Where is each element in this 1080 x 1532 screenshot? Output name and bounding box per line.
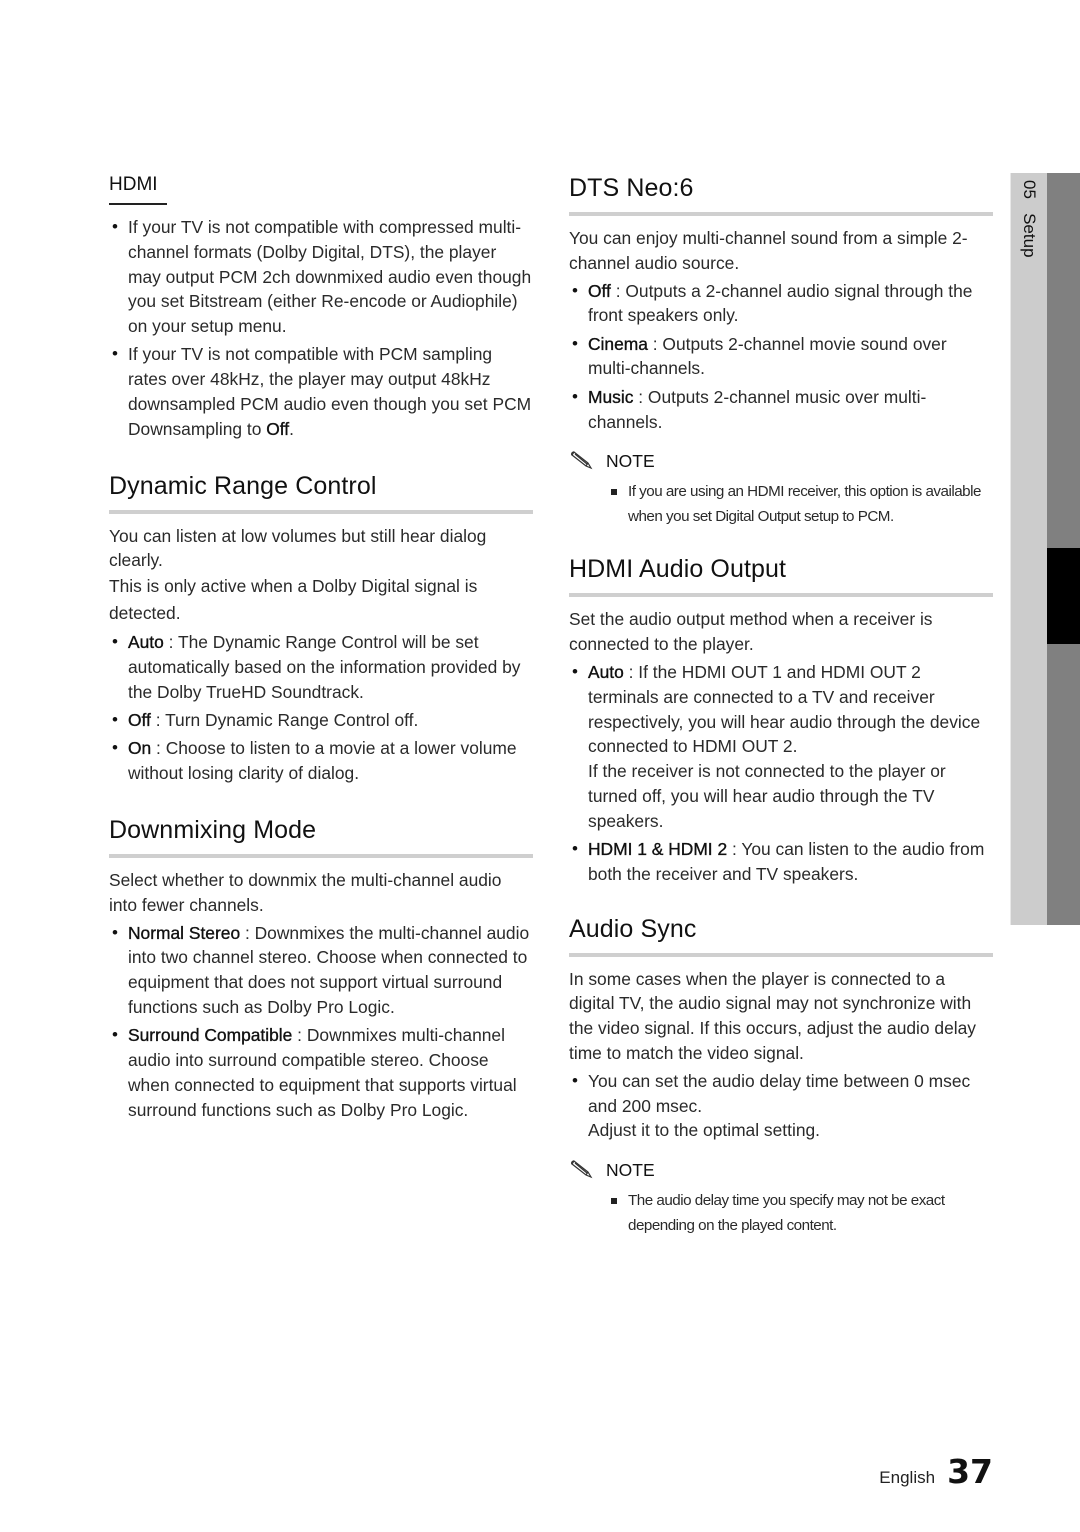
bullet-icon: • [572, 280, 578, 300]
audio-sync-bullet-list: • You can set the audio delay time betwee… [569, 1069, 993, 1143]
hdmi-audio-bullet-list: • Auto : If the HDMI OUT 1 and HDMI OUT 2… [569, 660, 993, 887]
section-dynamic-range-control: Dynamic Range Control You can listen at … [109, 470, 533, 786]
hdmi-bullet-list: • If your TV is not compatible with compr… [109, 215, 533, 442]
downmix-bullet-list: • Normal Stereo : Downmixes the multi-cha… [109, 921, 533, 1123]
list-item: • HDMI 1 & HDMI 2 : You can listen to the… [572, 839, 985, 884]
bullet-icon: • [572, 661, 578, 681]
title-underline [109, 854, 533, 859]
square-bullet-icon [611, 1198, 617, 1205]
chapter-tab-marker [1047, 548, 1080, 644]
section-hdmi: HDMI • If your TV is not compatible with … [109, 172, 533, 442]
list-item: • Off : Turn Dynamic Range Control off. [109, 708, 533, 733]
section-title: Audio Sync [569, 914, 697, 943]
bullet-icon: • [112, 344, 118, 364]
pencil-icon [571, 451, 593, 470]
title-underline [569, 593, 993, 598]
dts-bullet-list: • Off : Outputs a 2-channel audio signal … [569, 279, 993, 435]
left-column: HDMI • If your TV is not compatible with … [109, 172, 533, 1126]
intro-paragraph: This is only active when a Dolby Digital… [109, 576, 478, 624]
list-item: • Off : Outputs a 2-channel audio signal … [572, 280, 973, 326]
section-downmixing-mode: Downmixing Mode Select whether to downmi… [109, 814, 533, 1122]
page-number: 37 [947, 1452, 993, 1491]
section-title: Dynamic Range Control [109, 471, 377, 500]
bullet-icon: • [112, 922, 118, 942]
section-hdmi-audio-output: HDMI Audio Output Set the audio output m… [569, 553, 993, 886]
page-footer: English 37 [879, 1452, 993, 1491]
note-item: The audio delay time you specify may not… [611, 1189, 993, 1238]
bullet-icon: • [112, 217, 118, 236]
chapter-tab [1010, 173, 1048, 925]
section-audio-sync: Audio Sync In some cases when the player… [569, 913, 993, 1239]
title-underline [569, 212, 993, 216]
bullet-icon: • [572, 333, 578, 353]
bullet-icon: • [112, 1025, 118, 1045]
intro-paragraph: You can listen at low volumes but still … [109, 525, 487, 571]
bullet-icon: • [112, 632, 118, 652]
section-title: Downmixing Mode [109, 816, 317, 845]
list-item: • Auto : If the HDMI OUT 1 and HDMI OUT 2… [572, 661, 981, 831]
subheading-underline [109, 203, 167, 205]
intro-paragraph: In some cases when the player is connect… [569, 968, 976, 1064]
intro-paragraph: Select whether to downmix the multi-chan… [109, 870, 502, 915]
chapter-label: 05 Setup [1017, 180, 1039, 258]
section-title: HDMI Audio Output [569, 555, 787, 584]
chapter-title: Setup [1020, 213, 1039, 258]
pencil-icon [571, 1160, 593, 1179]
footer-language: English [879, 1468, 936, 1487]
list-item: • Normal Stereo : Downmixes the multi-cha… [112, 922, 530, 1018]
bullet-icon: • [112, 738, 118, 758]
drc-bullet-list: • Auto : The Dynamic Range Control will b… [109, 630, 533, 786]
title-underline [109, 509, 533, 514]
section-title: DTS Neo:6 [569, 174, 694, 202]
hdmi-subheading: HDMI [109, 174, 158, 195]
note-list: If you are using an HDMI receiver, this … [569, 480, 993, 529]
bullet-icon: • [112, 710, 118, 730]
square-bullet-icon [611, 489, 617, 496]
note-header: NOTE [569, 448, 993, 474]
chapter-number: 05 [1020, 180, 1039, 199]
note-list: The audio delay time you specify may not… [569, 1189, 993, 1238]
list-item: • Surround Compatible : Downmixes multi-c… [112, 1025, 517, 1120]
right-column: DTS Neo:6 You can enjoy multi-channel so… [569, 172, 993, 1238]
section-dts-neo6: DTS Neo:6 You can enjoy multi-channel so… [569, 172, 993, 529]
note-header: NOTE [569, 1157, 993, 1183]
bullet-icon: • [572, 386, 578, 406]
list-item: • Cinema : Outputs 2-channel movie sound … [572, 333, 947, 379]
note-label: NOTE [606, 1159, 655, 1180]
intro-paragraph: Set the audio output method when a recei… [569, 609, 933, 655]
note-item: If you are using an HDMI receiver, this … [611, 480, 993, 529]
bullet-icon: • [572, 839, 578, 859]
list-item: • If your TV is not compatible with PCM s… [112, 344, 532, 439]
bullet-icon: • [572, 1070, 578, 1090]
title-underline [569, 952, 993, 957]
note-label: NOTE [606, 450, 655, 471]
list-item: • Music : Outputs 2-channel music over mu… [572, 386, 927, 432]
intro-paragraph: You can enjoy multi-channel sound from a… [569, 228, 968, 273]
list-item: • You can set the audio delay time betwee… [572, 1070, 971, 1141]
list-item: • If your TV is not compatible with compr… [112, 217, 532, 337]
list-item: • Auto : The Dynamic Range Control will b… [112, 632, 521, 702]
list-item: • On : Choose to listen to a movie at a l… [112, 738, 517, 784]
